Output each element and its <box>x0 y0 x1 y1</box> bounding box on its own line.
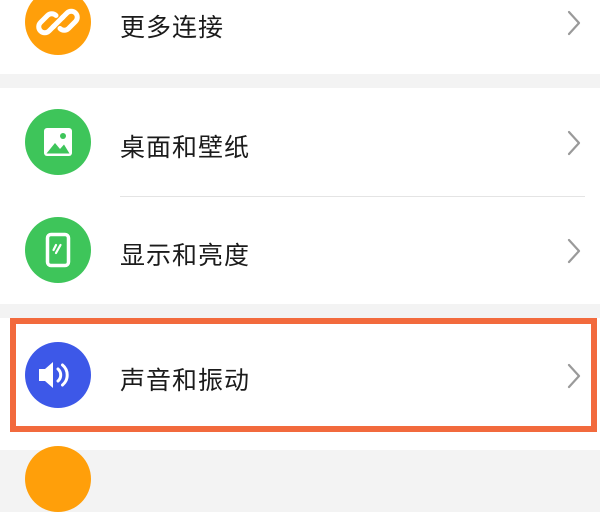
image-icon <box>25 109 91 175</box>
speaker-icon <box>25 342 91 408</box>
phone-display-icon <box>25 217 91 283</box>
settings-item-wallpaper[interactable]: 桌面和壁纸 <box>0 88 600 196</box>
settings-item-label: 声音和振动 <box>120 366 251 395</box>
settings-item-sound-vibration[interactable]: 声音和振动 <box>0 324 600 426</box>
settings-group-connectivity: 更多连接 <box>0 0 600 74</box>
settings-item-next-icon <box>25 446 91 512</box>
settings-item-label: 桌面和壁纸 <box>120 133 251 162</box>
settings-item-next[interactable] <box>0 432 600 512</box>
settings-item-more-connections[interactable]: 更多连接 <box>0 0 600 74</box>
chevron-right-icon <box>566 130 582 156</box>
settings-item-display-brightness[interactable]: 显示和亮度 <box>0 197 600 304</box>
settings-group-display: 桌面和壁纸 显示和亮度 <box>0 88 600 304</box>
settings-item-label: 更多连接 <box>120 13 225 42</box>
settings-group-sound: 声音和振动 <box>0 318 600 512</box>
chevron-right-icon <box>566 10 582 36</box>
chevron-right-icon <box>566 363 582 389</box>
link-icon <box>25 0 91 55</box>
chevron-right-icon <box>566 238 582 264</box>
settings-item-label: 显示和亮度 <box>120 241 251 270</box>
